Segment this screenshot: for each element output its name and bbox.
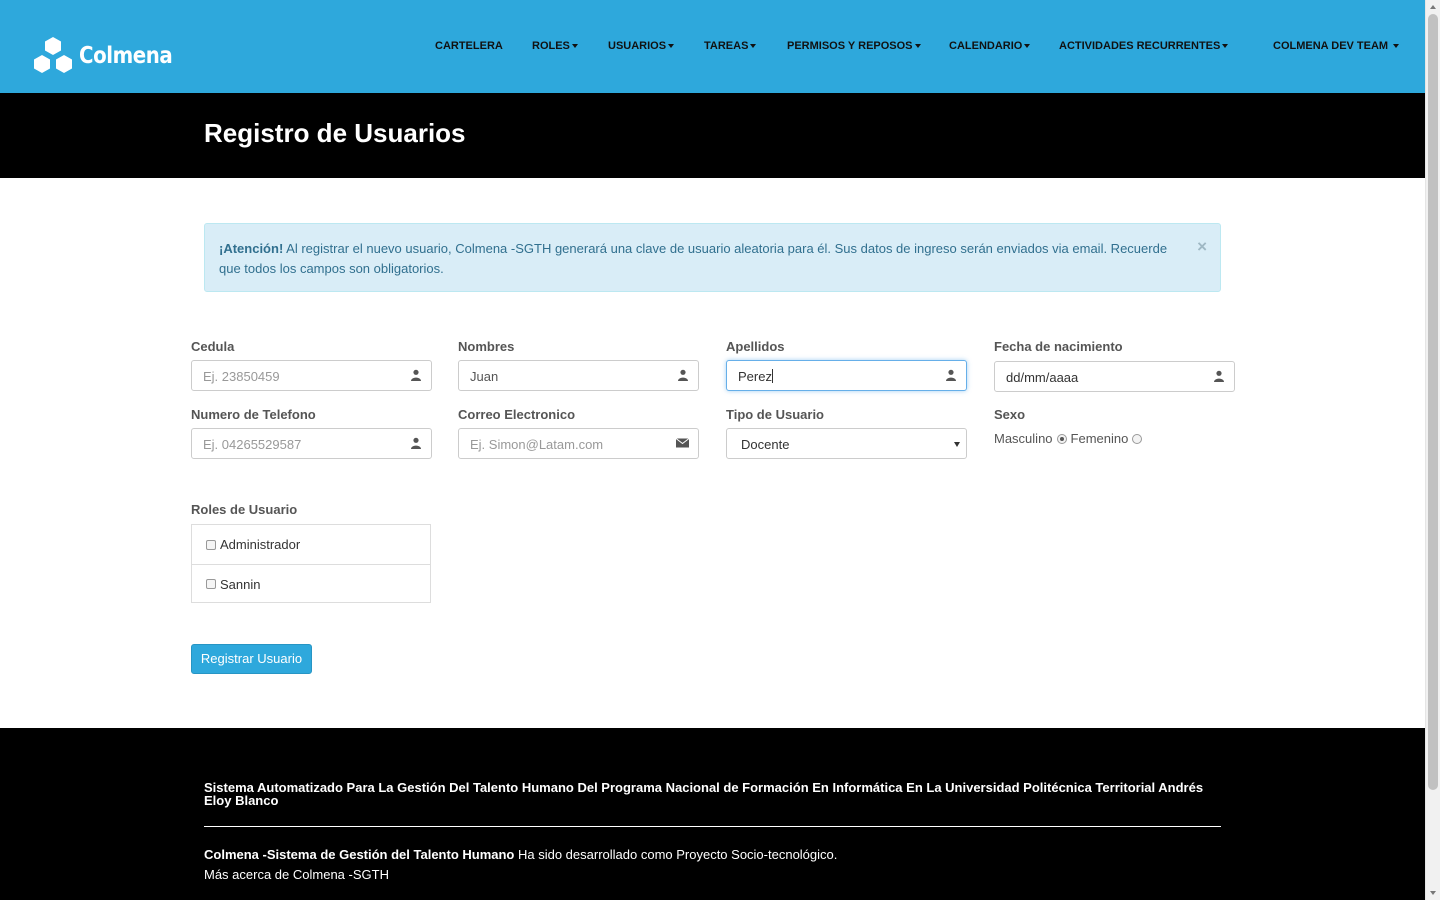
footer-title: Sistema Automatizado Para La Gestión Del… (204, 780, 1204, 808)
nav-tareas[interactable]: TAREAS (704, 40, 757, 52)
nav-label: PERMISOS Y REPOSOS (787, 40, 913, 52)
telefono-placeholder: Ej. 04265529587 (203, 437, 302, 452)
footer-description: Colmena -Sistema de Gestión del Talento … (204, 847, 837, 862)
caret-down-icon (571, 44, 578, 49)
role-label: Sannin (220, 576, 261, 592)
roles-label: Roles de Usuario (191, 502, 298, 517)
registrar-usuario-button[interactable]: Registrar Usuario (191, 644, 312, 674)
telefono-input[interactable]: Ej. 04265529587 (191, 428, 432, 459)
user-icon (411, 369, 421, 381)
fecha-nacimiento-input[interactable]: dd/mm/aaaa (994, 361, 1235, 392)
vertical-scrollbar[interactable] (1425, 0, 1440, 900)
fecha-nacimiento-label: Fecha de nacimiento (994, 339, 1123, 354)
nombres-value: Juan (470, 369, 499, 384)
tipo-usuario-value: Docente (741, 437, 790, 452)
cedula-label: Cedula (191, 339, 235, 354)
nombres-label: Nombres (458, 339, 515, 354)
brand-name: Colmena (79, 43, 173, 69)
user-icon (946, 369, 956, 381)
text-cursor (771, 369, 773, 383)
nav-actividades-recurrentes[interactable]: ACTIVIDADES RECURRENTES (1059, 40, 1229, 52)
info-alert: ¡Atención! Al registrar el nuevo usuario… (204, 223, 1221, 292)
role-item-sannin[interactable]: Sannin (192, 564, 430, 603)
page-header: Registro de Usuarios (0, 93, 1425, 178)
sexo-option-masculino-label: Masculino (994, 431, 1053, 446)
alert-strong: ¡Atención! (219, 241, 284, 256)
telefono-label: Numero de Telefono (191, 407, 316, 422)
nav-user-menu[interactable]: COLMENA DEV TEAM (1273, 40, 1400, 52)
footer-description-text: Ha sido desarrollado como Proyecto Socio… (514, 847, 838, 862)
page-footer: Sistema Automatizado Para La Gestión Del… (0, 728, 1425, 900)
caret-down-icon (914, 44, 921, 49)
alert-text: Al registrar el nuevo usuario, Colmena -… (219, 241, 1168, 276)
sexo-option-femenino-label: Femenino (1070, 431, 1129, 446)
envelope-icon (676, 438, 689, 448)
caret-down-icon (1222, 44, 1229, 49)
apellidos-input[interactable]: Perez (726, 360, 967, 391)
caret-down-icon (668, 44, 675, 49)
correo-label: Correo Electronico (458, 407, 576, 422)
select-arrow-icon (954, 442, 960, 447)
nav-permisos-reposos[interactable]: PERMISOS Y REPOSOS (787, 40, 921, 52)
sexo-label: Sexo (994, 407, 1026, 422)
caret-down-icon (1024, 44, 1031, 49)
sexo-radio-femenino[interactable] (1132, 433, 1143, 444)
nav-calendario[interactable]: CALENDARIO (949, 40, 1031, 52)
apellidos-label: Apellidos (726, 339, 785, 354)
nav-cartelera[interactable]: CARTELERA (435, 40, 503, 52)
nav-label: ACTIVIDADES RECURRENTES (1059, 40, 1221, 52)
cedula-input[interactable]: Ej. 23850459 (191, 360, 432, 391)
role-item-administrador[interactable]: Administrador (192, 525, 430, 564)
user-icon (1214, 370, 1224, 382)
tipo-usuario-select[interactable]: Docente (726, 428, 967, 459)
sexo-radio-group: Masculino Femenino (994, 431, 1146, 446)
hexagon-logo-icon (34, 37, 72, 73)
nav-label: ROLES (532, 40, 570, 52)
nav-usuarios[interactable]: USUARIOS (608, 40, 675, 52)
apellidos-value-wrap: Perez (738, 369, 773, 384)
nav-label: COLMENA DEV TEAM (1273, 40, 1389, 52)
nombres-input[interactable]: Juan (458, 360, 699, 391)
correo-input[interactable]: Ej. Simon@Latam.com (458, 428, 699, 459)
top-navbar: Colmena CARTELERA ROLES USUARIOS TAREAS … (0, 0, 1425, 93)
cedula-placeholder: Ej. 23850459 (203, 369, 280, 384)
caret-down-icon (1393, 44, 1400, 49)
user-icon (411, 437, 421, 449)
fecha-value: dd/mm/aaaa (1006, 370, 1079, 385)
nav-roles[interactable]: ROLES (532, 40, 578, 52)
close-icon[interactable]: × (1197, 237, 1207, 257)
tipo-usuario-label: Tipo de Usuario (726, 407, 824, 422)
user-icon (678, 369, 688, 381)
nav-label: CALENDARIO (949, 40, 1023, 52)
footer-divider (204, 826, 1221, 827)
roles-list: Administrador Sannin (191, 524, 431, 603)
correo-placeholder: Ej. Simon@Latam.com (470, 437, 604, 452)
role-label: Administrador (220, 537, 301, 552)
role-checkbox[interactable] (206, 539, 216, 550)
nav-label: USUARIOS (608, 40, 667, 52)
scroll-up-arrow-icon[interactable] (1430, 5, 1436, 9)
caret-down-icon (750, 44, 757, 49)
apellidos-value: Perez (738, 369, 772, 384)
role-checkbox[interactable] (206, 579, 216, 589)
scroll-down-arrow-icon[interactable] (1430, 891, 1436, 895)
page-title: Registro de Usuarios (204, 118, 466, 148)
colmena-logo[interactable]: Colmena (31, 36, 188, 76)
nav-label: CARTELERA (435, 40, 503, 52)
nav-label: TAREAS (704, 40, 749, 52)
sexo-radio-masculino[interactable] (1056, 433, 1067, 444)
footer-brand-strong: Colmena -Sistema de Gestión del Talento … (204, 847, 515, 862)
scrollbar-thumb[interactable] (1428, 14, 1438, 790)
footer-about-link[interactable]: Más acerca de Colmena -SGTH (204, 867, 389, 882)
